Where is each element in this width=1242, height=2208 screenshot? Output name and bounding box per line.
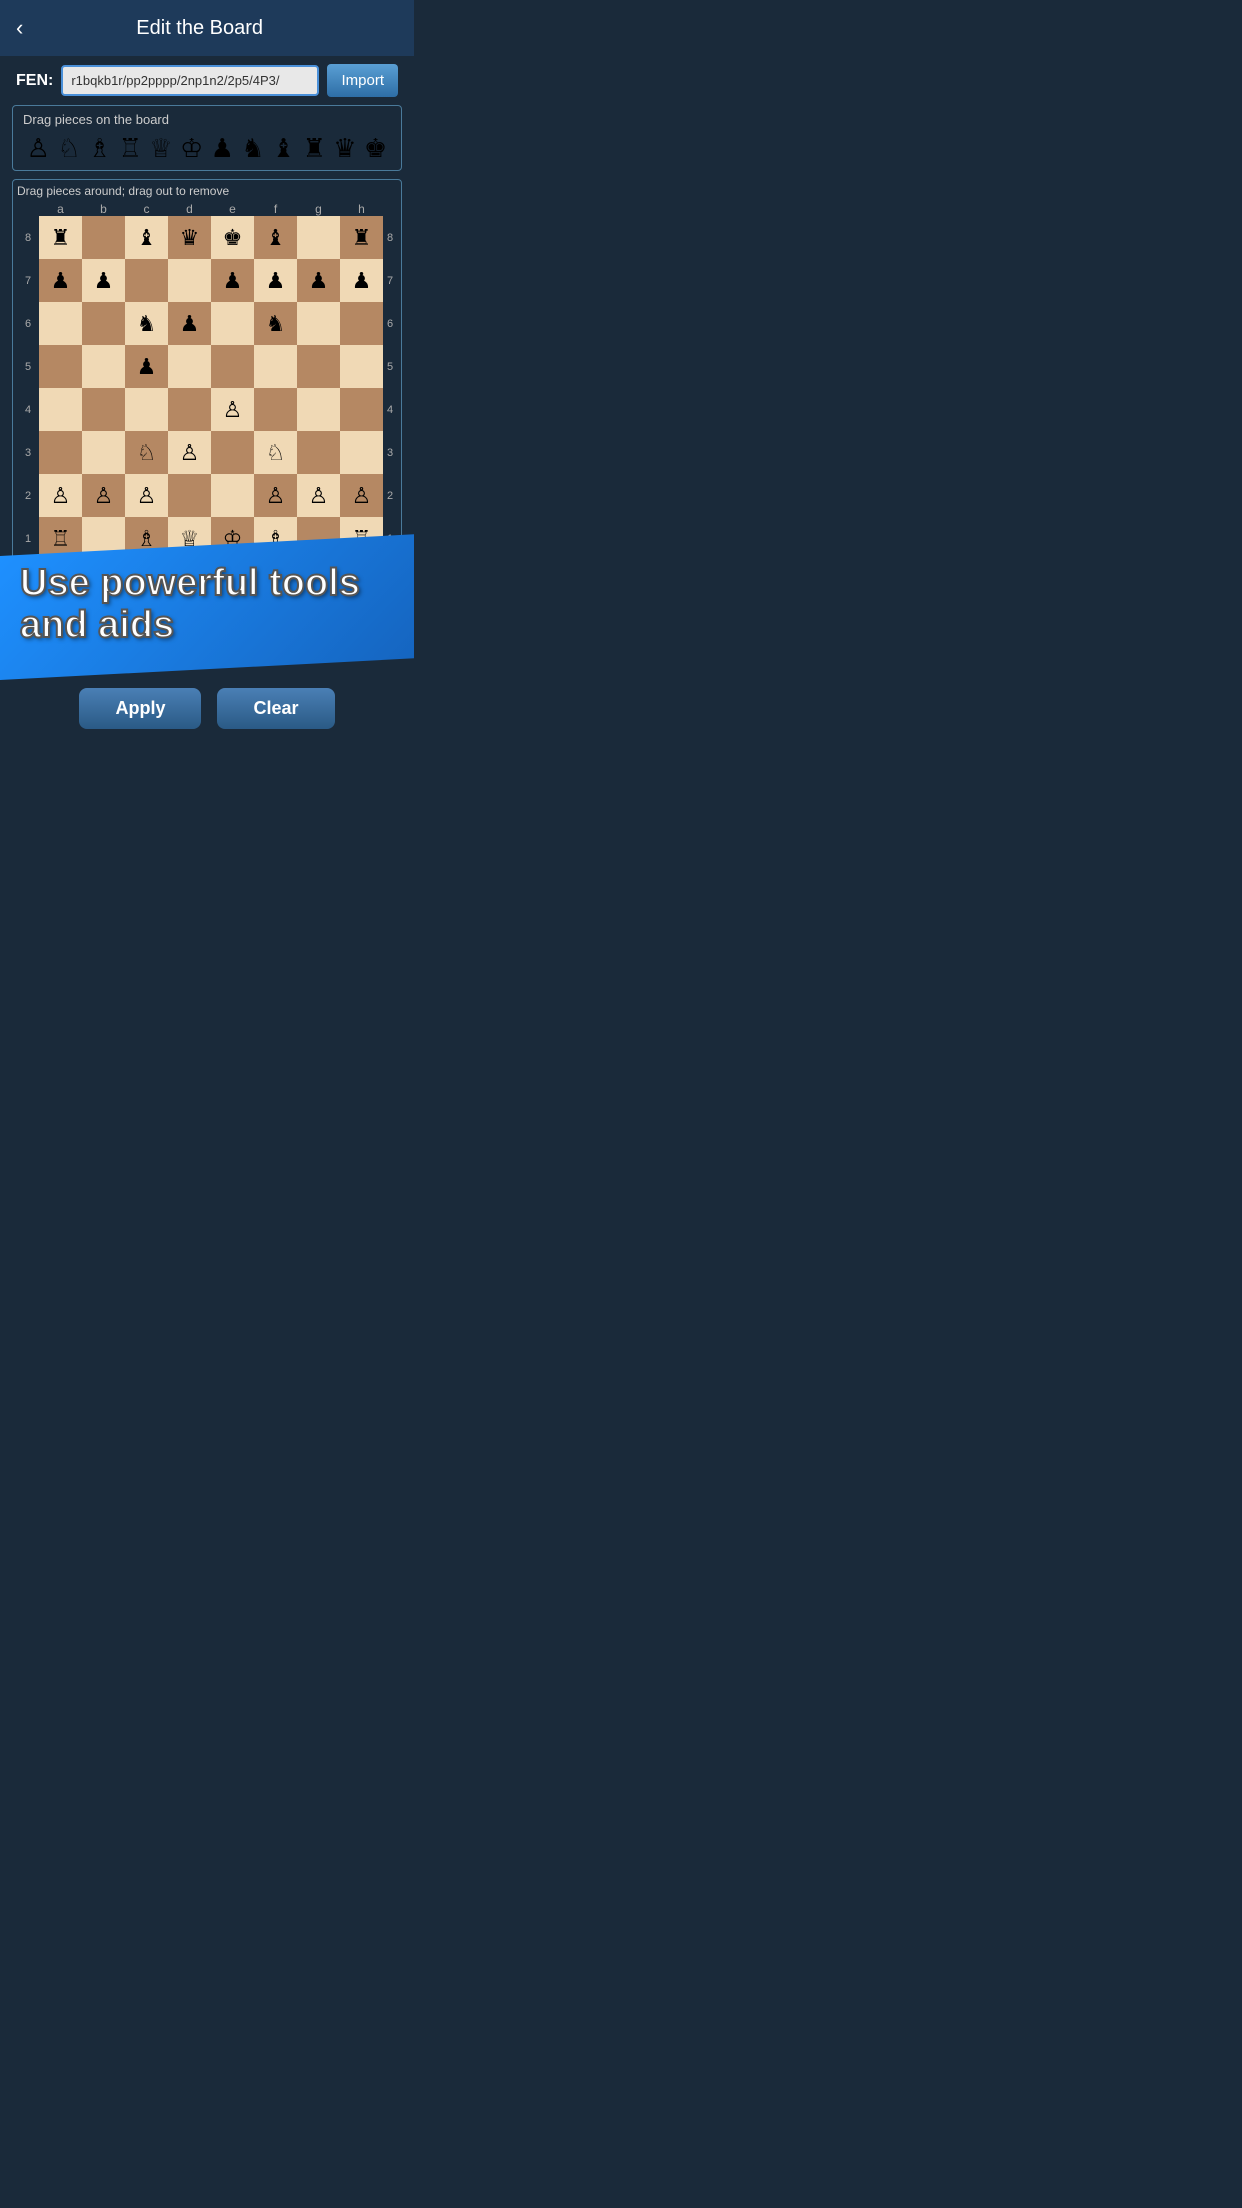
cell-0-1[interactable] [82,216,125,259]
page-title: Edit the Board [33,17,366,40]
promo-banner: Use powerful tools and aids [0,535,414,680]
black-king[interactable]: ♚ [364,133,387,164]
cell-4-4[interactable]: ♙ [211,388,254,431]
cell-6-3[interactable] [168,474,211,517]
cell-6-0[interactable]: ♙ [39,474,82,517]
col-d: d [168,202,211,216]
cell-5-7[interactable] [340,431,383,474]
col-a: a [39,202,82,216]
bottom-bar: Apply Clear [0,680,414,736]
cell-6-7[interactable]: ♙ [340,474,383,517]
cell-3-3[interactable] [168,345,211,388]
cell-0-6[interactable] [297,216,340,259]
drag-pieces-section: Drag pieces on the board ♙ ♘ ♗ ♖ ♕ ♔ ♟ ♞… [12,105,402,171]
cell-5-0[interactable] [39,431,82,474]
apply-button[interactable]: Apply [79,688,201,729]
cell-4-7[interactable] [340,388,383,431]
cell-4-0[interactable] [39,388,82,431]
cell-4-3[interactable] [168,388,211,431]
white-pawn[interactable]: ♙ [27,133,50,164]
cell-5-5[interactable]: ♘ [254,431,297,474]
cell-3-0[interactable] [39,345,82,388]
black-rook[interactable]: ♜ [303,133,326,164]
cell-1-3[interactable] [168,259,211,302]
cell-2-3[interactable]: ♟ [168,302,211,345]
import-button[interactable]: Import [327,64,398,97]
cell-2-1[interactable] [82,302,125,345]
cell-1-5[interactable]: ♟ [254,259,297,302]
col-c: c [125,202,168,216]
cell-3-4[interactable] [211,345,254,388]
board-section: Drag pieces around; drag out to remove a… [12,179,402,565]
cell-5-6[interactable] [297,431,340,474]
col-e: e [211,202,254,216]
cell-2-5[interactable]: ♞ [254,302,297,345]
chess-board[interactable]: ♜♝♛♚♝♜♟♟♟♟♟♟♞♟♞♟♙♘♙♘♙♙♙♙♙♙♖♗♕♔♗♖ [39,216,383,560]
cell-3-1[interactable] [82,345,125,388]
cell-5-4[interactable] [211,431,254,474]
cell-5-1[interactable] [82,431,125,474]
cell-3-7[interactable] [340,345,383,388]
cell-6-1[interactable]: ♙ [82,474,125,517]
cell-0-0[interactable]: ♜ [39,216,82,259]
white-rook[interactable]: ♖ [119,133,142,164]
col-h: h [340,202,383,216]
cell-2-6[interactable] [297,302,340,345]
white-queen[interactable]: ♕ [149,133,172,164]
cell-5-2[interactable]: ♘ [125,431,168,474]
cell-3-2[interactable]: ♟ [125,345,168,388]
cell-0-7[interactable]: ♜ [340,216,383,259]
board-wrapper: a b c d e f g h 8 7 6 5 4 3 2 1 ♜♝♛♚♝♜♟♟… [17,202,397,560]
cell-1-6[interactable]: ♟ [297,259,340,302]
cell-1-7[interactable]: ♟ [340,259,383,302]
cell-6-2[interactable]: ♙ [125,474,168,517]
cell-2-7[interactable] [340,302,383,345]
drag-section-label: Drag pieces on the board [23,112,391,127]
black-pawn[interactable]: ♟ [211,133,234,164]
board-rows: 8 7 6 5 4 3 2 1 ♜♝♛♚♝♜♟♟♟♟♟♟♞♟♞♟♙♘♙♘♙♙♙♙… [17,216,397,560]
cell-5-3[interactable]: ♙ [168,431,211,474]
promo-text: Use powerful tools and aids [20,564,394,648]
cell-3-6[interactable] [297,345,340,388]
cell-6-6[interactable]: ♙ [297,474,340,517]
cell-1-2[interactable] [125,259,168,302]
black-queen[interactable]: ♛ [333,133,356,164]
back-button[interactable]: ‹ [16,15,23,41]
cell-0-5[interactable]: ♝ [254,216,297,259]
cell-2-4[interactable] [211,302,254,345]
cell-3-5[interactable] [254,345,297,388]
cell-1-0[interactable]: ♟ [39,259,82,302]
col-f: f [254,202,297,216]
white-king[interactable]: ♔ [180,133,203,164]
cell-2-2[interactable]: ♞ [125,302,168,345]
col-g: g [297,202,340,216]
cell-1-4[interactable]: ♟ [211,259,254,302]
white-knight[interactable]: ♘ [57,133,80,164]
cell-4-1[interactable] [82,388,125,431]
fen-input[interactable] [61,65,319,96]
cell-0-4[interactable]: ♚ [211,216,254,259]
cell-0-2[interactable]: ♝ [125,216,168,259]
cell-4-6[interactable] [297,388,340,431]
fen-row: FEN: Import [0,56,414,105]
cell-6-5[interactable]: ♙ [254,474,297,517]
cell-2-0[interactable] [39,302,82,345]
row-labels-right: 8 7 6 5 4 3 2 1 [383,216,397,560]
cell-4-2[interactable] [125,388,168,431]
clear-button[interactable]: Clear [217,688,334,729]
white-bishop[interactable]: ♗ [88,133,111,164]
header: ‹ Edit the Board [0,0,414,56]
cell-1-1[interactable]: ♟ [82,259,125,302]
black-knight[interactable]: ♞ [241,133,264,164]
pieces-row: ♙ ♘ ♗ ♖ ♕ ♔ ♟ ♞ ♝ ♜ ♛ ♚ [23,133,391,164]
col-b: b [82,202,125,216]
black-bishop[interactable]: ♝ [272,133,295,164]
fen-label: FEN: [16,72,53,90]
row-labels-left: 8 7 6 5 4 3 2 1 [17,216,39,560]
cell-6-4[interactable] [211,474,254,517]
cell-4-5[interactable] [254,388,297,431]
board-section-label: Drag pieces around; drag out to remove [17,184,397,198]
col-labels: a b c d e f g h [39,202,383,216]
cell-0-3[interactable]: ♛ [168,216,211,259]
